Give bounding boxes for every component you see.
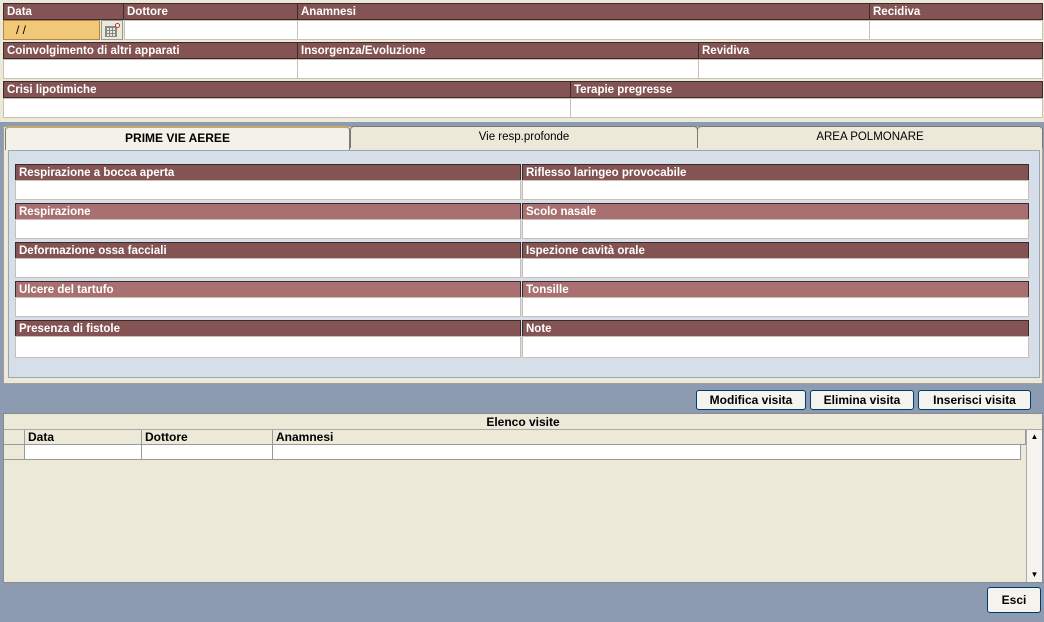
table-row-cell-data[interactable] (25, 445, 142, 460)
scroll-down-icon[interactable]: ▼ (1027, 568, 1042, 582)
terapie-label: Terapie pregresse (570, 81, 1043, 98)
calendar-button[interactable] (101, 20, 123, 40)
scroll-up-icon[interactable]: ▲ (1027, 430, 1042, 444)
row-selector-header (4, 430, 25, 445)
tab-vie-resp-profonde[interactable]: Vie resp.profonde (350, 126, 698, 148)
grid-col-anamnesi[interactable]: Anamnesi (273, 430, 1026, 445)
presenza-fistole-label: Presenza di fistole (15, 320, 521, 337)
deformazione-ossa-facciali-field[interactable] (15, 258, 521, 278)
calendar-dot-icon (115, 23, 120, 28)
grid-col-dottore[interactable]: Dottore (142, 430, 273, 445)
tab-area-polmonare[interactable]: AREA POLMONARE (697, 126, 1043, 148)
ulcere-tartufo-label: Ulcere del tartufo (15, 281, 521, 298)
ispezione-cavita-orale-label: Ispezione cavità orale (522, 242, 1029, 259)
note-field[interactable] (522, 336, 1029, 358)
respirazione-field[interactable] (15, 219, 521, 239)
crisi-field[interactable] (3, 98, 571, 118)
tonsille-field[interactable] (522, 297, 1029, 317)
tab-prime-vie-aeree[interactable]: PRIME VIE AEREE (5, 126, 350, 150)
grid-scrollbar[interactable]: ▲ ▼ (1026, 430, 1042, 582)
inserisci-visita-button[interactable]: Inserisci visita (918, 390, 1031, 410)
grid-col-data[interactable]: Data (25, 430, 142, 445)
modifica-visita-button[interactable]: Modifica visita (696, 390, 806, 410)
scolo-nasale-label: Scolo nasale (522, 203, 1029, 220)
anamnesi-field[interactable] (297, 20, 870, 40)
elimina-visita-button[interactable]: Elimina visita (810, 390, 914, 410)
date-field[interactable]: / / (3, 20, 100, 40)
deformazione-ossa-facciali-label: Deformazione ossa facciali (15, 242, 521, 259)
data-label: Data (3, 3, 124, 20)
row-selector[interactable] (4, 445, 25, 460)
dottore-label: Dottore (123, 3, 298, 20)
coinvolgimento-label: Coinvolgimento di altri apparati (3, 42, 298, 59)
note-label: Note (522, 320, 1029, 337)
ispezione-cavita-orale-field[interactable] (522, 258, 1029, 278)
riflesso-laringeo-label: Riflesso laringeo provocabile (522, 164, 1029, 181)
recidiva-field[interactable] (869, 20, 1043, 40)
table-row-cell-dottore[interactable] (142, 445, 273, 460)
anamnesi-label: Anamnesi (297, 3, 870, 20)
visits-grid: Elenco visite Data Dottore Anamnesi ▲ ▼ (3, 413, 1043, 583)
revidiva-field[interactable] (698, 59, 1043, 79)
tonsille-label: Tonsille (522, 281, 1029, 298)
riflesso-laringeo-field[interactable] (522, 180, 1029, 200)
grid-title: Elenco visite (4, 414, 1042, 430)
coinvolgimento-field[interactable] (3, 59, 298, 79)
presenza-fistole-field[interactable] (15, 336, 521, 358)
revidiva-label: Revidiva (698, 42, 1043, 59)
recidiva-label: Recidiva (869, 3, 1043, 20)
respirazione-bocca-aperta-field[interactable] (15, 180, 521, 200)
ulcere-tartufo-field[interactable] (15, 297, 521, 317)
table-row-cell-anamnesi[interactable] (273, 445, 1021, 460)
scolo-nasale-field[interactable] (522, 219, 1029, 239)
respirazione-label: Respirazione (15, 203, 521, 220)
crisi-label: Crisi lipotimiche (3, 81, 571, 98)
esci-button[interactable]: Esci (987, 587, 1041, 613)
respirazione-bocca-aperta-label: Respirazione a bocca aperta (15, 164, 521, 181)
calendar-icon (105, 26, 117, 37)
insorgenza-field[interactable] (297, 59, 699, 79)
terapie-field[interactable] (570, 98, 1043, 118)
insorgenza-label: Insorgenza/Evoluzione (297, 42, 699, 59)
dottore-field[interactable] (124, 20, 298, 40)
